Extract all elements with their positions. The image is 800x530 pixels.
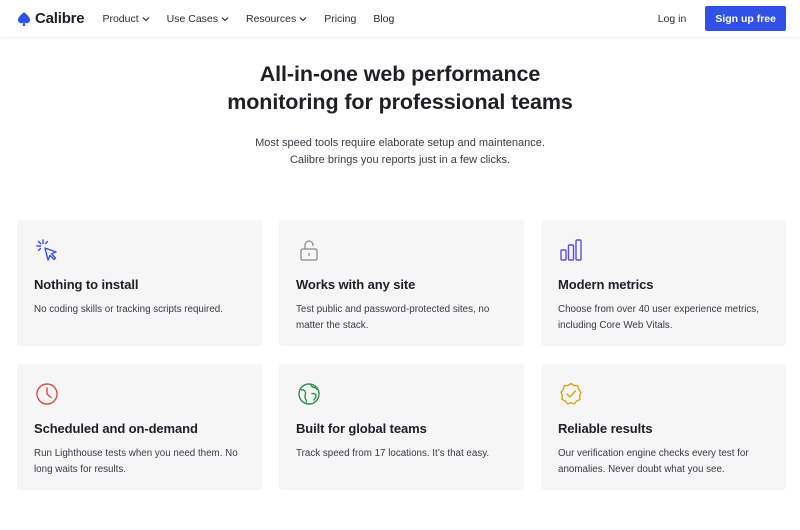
feature-description: No coding skills or tracking scripts req… <box>34 304 223 315</box>
feature-description: Run Lighthouse tests when you need them.… <box>34 448 238 475</box>
feature-title: Modern metrics <box>558 277 654 292</box>
cursor-click-icon <box>36 239 57 261</box>
nav-product[interactable]: Product <box>102 12 150 25</box>
feature-title: Works with any site <box>296 277 416 292</box>
feature-title: Scheduled and on-demand <box>34 421 198 436</box>
hero-subtitle: Most speed tools require elaborate setup… <box>0 135 800 169</box>
nav-resources-label: Resources <box>246 12 297 25</box>
verified-badge-icon <box>560 382 582 405</box>
hero-subtitle-line-2: Calibre brings you reports just in a few… <box>289 154 511 166</box>
hero-title-line-1: All-in-one web performance <box>259 62 541 86</box>
brand-name: Calibre <box>35 10 85 27</box>
nav-resources[interactable]: Resources <box>246 13 307 25</box>
feature-card: Built for global teams Track speed from … <box>279 364 524 490</box>
nav-use-cases[interactable]: Use Cases <box>167 13 229 25</box>
hero-subtitle-line-1: Most speed tools require elaborate setup… <box>255 137 545 149</box>
feature-description: Choose from over 40 user experience metr… <box>558 304 759 331</box>
feature-card: Nothing to install No coding skills or t… <box>17 220 262 346</box>
feature-title: Built for global teams <box>296 421 427 436</box>
feature-description: Test public and password-protected sites… <box>296 304 490 331</box>
unlock-icon <box>300 240 318 261</box>
signup-button[interactable]: Sign up free <box>705 6 786 31</box>
brand-logo[interactable]: Calibre <box>16 10 85 27</box>
chevron-down-icon <box>142 16 150 21</box>
nav-pricing[interactable]: Pricing <box>324 13 356 25</box>
feature-card: Reliable results Our verification engine… <box>541 364 786 490</box>
chevron-down-icon <box>299 16 307 21</box>
nav-blog[interactable]: Blog <box>373 13 394 25</box>
bar-chart-icon <box>560 239 582 261</box>
nav-pricing-label: Pricing <box>324 12 357 25</box>
feature-description: Our verification engine checks every tes… <box>558 448 749 475</box>
hero-title: All-in-one web performance monitoring fo… <box>0 60 800 116</box>
globe-icon <box>298 383 320 405</box>
login-link[interactable]: Log in <box>658 13 687 25</box>
chevron-down-icon <box>221 16 229 21</box>
hero-section: All-in-one web performance monitoring fo… <box>0 60 800 169</box>
feature-title: Nothing to install <box>34 277 139 292</box>
hero-title-line-2: monitoring for professional teams <box>227 90 573 114</box>
feature-description: Track speed from 17 locations. It’s that… <box>296 448 490 459</box>
feature-card: Modern metrics Choose from over 40 user … <box>541 220 786 346</box>
feature-card: Works with any site Test public and pass… <box>279 220 524 346</box>
top-navbar: Calibre Product Use Cases Resources Pric… <box>0 0 800 37</box>
nav-use-cases-label: Use Cases <box>166 12 218 25</box>
feature-title: Reliable results <box>558 421 653 436</box>
features-grid: Nothing to install No coding skills or t… <box>17 220 786 490</box>
clock-icon <box>36 383 58 405</box>
calibre-spade-icon <box>18 11 30 26</box>
nav-blog-label: Blog <box>373 12 395 25</box>
nav-product-label: Product <box>102 12 139 25</box>
feature-card: Scheduled and on-demand Run Lighthouse t… <box>17 364 262 490</box>
